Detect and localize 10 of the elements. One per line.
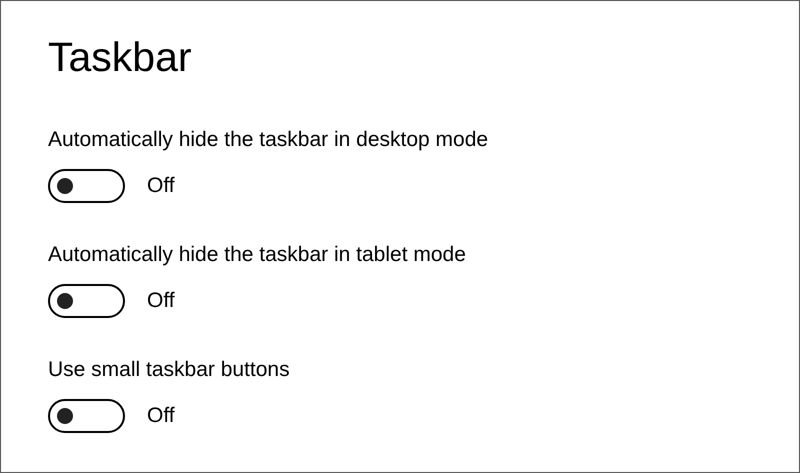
setting-label: Use small taskbar buttons [48,357,290,383]
page-title: Taskbar [48,33,192,82]
setting-label: Automatically hide the taskbar in desktop mode [48,127,488,153]
toggle-switch[interactable] [48,169,125,203]
toggle-state-text: Off [147,288,175,314]
toggle-switch[interactable] [48,284,125,318]
toggle-state-text: Off [147,173,175,199]
toggle-switch[interactable] [48,399,125,433]
toggle-state-text: Off [147,403,175,429]
setting-label: Automatically hide the taskbar in tablet mode [48,242,466,268]
